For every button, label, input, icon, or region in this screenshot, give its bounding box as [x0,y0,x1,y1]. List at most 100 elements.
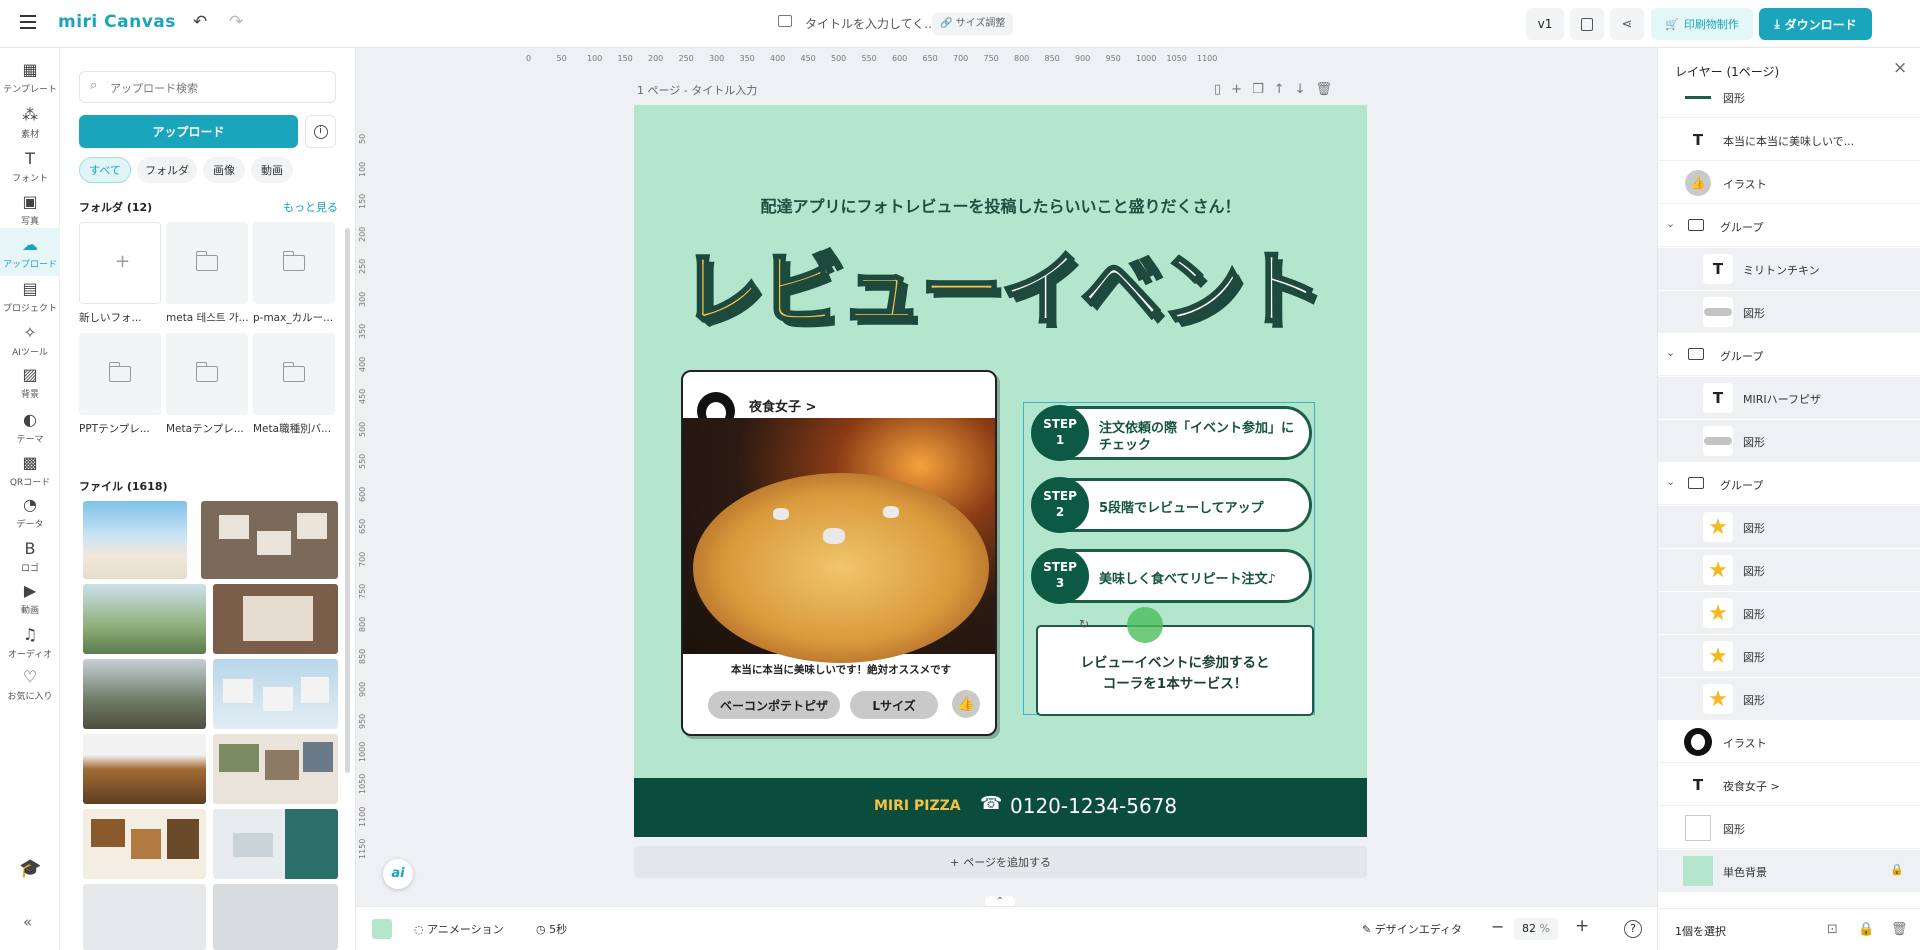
layer-row-text[interactable]: T 本当に本当に美味しいで... [1658,119,1920,161]
rail-photo[interactable]: ▣ 写真 [0,185,60,233]
layer-row-avatar[interactable]: イラスト [1658,721,1920,763]
filter-folder[interactable]: フォルダ [137,157,197,183]
chevron-down-icon[interactable]: ⌄ [1666,217,1675,230]
layer-row-text[interactable]: T 夜食女子 > [1658,764,1920,806]
layer-row-star[interactable]: ★ 図形 [1658,678,1920,720]
step-3[interactable]: STEP 3 美味しく食べてリピート注文♪ [1031,548,1312,604]
filter-image[interactable]: 画像 [203,157,245,183]
file-thumbnail[interactable] [83,734,206,804]
file-thumbnail[interactable] [83,584,206,654]
more-link[interactable]: もっと見る [283,199,338,215]
review-card[interactable]: 夜食女子 > 本当に本当に美味しいです！絶対オススメです ベーコンポテトピザ L… [681,370,997,736]
new-folder-tile[interactable]: + [79,222,161,304]
file-thumbnail[interactable] [213,659,338,729]
page-label[interactable]: 1 ページ - タイトル入力 [637,82,757,98]
filter-video[interactable]: 動画 [251,157,293,183]
collapse-icon[interactable]: « [23,913,32,931]
rail-project[interactable]: ▤ プロジェクト [0,272,60,320]
copy-page-icon[interactable]: ❐ [1252,82,1264,97]
duration-button[interactable]: ◷ 5秒 [536,921,567,937]
download-button[interactable]: ⤓ ダウンロード [1759,8,1872,40]
rail-heart[interactable]: ♡ お気に入り [0,660,60,708]
folder-tile[interactable] [79,333,161,415]
layer-row-star[interactable]: ★ 図形 [1658,635,1920,677]
file-thumbnail[interactable] [213,734,338,804]
group-icon[interactable]: ⊡ [1827,922,1838,937]
layer-row-like[interactable]: 👍 イラスト [1658,162,1920,204]
search-box[interactable]: ⌕ [79,71,336,103]
app-logo[interactable]: miri Canvas [58,12,176,32]
rail-video[interactable]: ▶ 動画 [0,574,60,622]
rail-data[interactable]: ◔ データ [0,488,60,536]
layer-row-grey[interactable]: 図形 [1658,420,1920,462]
move-up-icon[interactable]: ↑ [1274,82,1285,97]
zoom-in-icon[interactable]: + [1575,916,1589,936]
poster-footer[interactable]: MIRI PIZZA ☎ 0120-1234-5678 [634,778,1367,837]
learn-icon[interactable]: 🎓 [19,858,41,879]
step-1[interactable]: STEP 1 注文依頼の際「イベント参加」に チェック [1031,405,1312,461]
zoom-out-icon[interactable]: − [1491,917,1504,936]
add-page-button[interactable]: + ページを追加する [634,846,1367,878]
folder-icon[interactable] [778,15,792,27]
design-editor-button[interactable]: ✎ デザインエディタ [1362,921,1462,937]
rail-audio[interactable]: ♫ オーディオ [0,618,60,666]
folder-tile[interactable] [166,333,248,415]
layer-row-star[interactable]: ★ 図形 [1658,592,1920,634]
rail-logo[interactable]: B ロゴ [0,532,60,580]
layer-row-line[interactable]: 図形 [1658,88,1920,118]
layer-row-star[interactable]: ★ 図形 [1658,549,1920,591]
move-down-icon[interactable]: ↓ [1295,82,1306,97]
ai-assistant-icon[interactable]: ai [383,859,413,889]
rail-ai-tool[interactable]: ✧ AIツール [0,316,60,364]
layer-row-star[interactable]: ★ 図形 [1658,506,1920,548]
print-button[interactable]: 🛒 印刷物制作 [1651,8,1753,40]
promo-box[interactable]: レビューイベントに参加すると コーラを1本サービス！ [1036,625,1314,716]
rail-qr[interactable]: ▩ QRコード [0,446,60,494]
zoom-field[interactable]: 82 % [1514,918,1558,940]
redo-icon[interactable]: ↷ [229,12,243,32]
file-thumbnail[interactable] [213,809,338,879]
search-input[interactable] [110,79,320,97]
layer-row-bg[interactable]: 単色背景 🔒 [1658,850,1920,892]
filter-all[interactable]: すべて [79,157,131,183]
file-thumbnail[interactable] [83,501,187,579]
add-page-icon[interactable]: + [1231,82,1242,97]
rail-upload[interactable]: ☁ アップロード [0,228,60,276]
version-button[interactable]: v1 [1526,8,1564,40]
poster-headline[interactable]: レビューイベント [634,223,1367,342]
poster-subtitle[interactable]: 配達アプリにフォトレビューを投稿したらいいこと盛りだくさん！ [634,193,1367,217]
resize-button[interactable]: 🔗 サイズ調整 [932,13,1014,35]
layer-row-grey[interactable]: 図形 [1658,291,1920,333]
page-note-icon[interactable]: ▯ [1214,82,1221,97]
bg-color-swatch[interactable] [372,919,392,939]
menu-icon[interactable] [20,15,36,29]
layer-row-text[interactable]: T ミリトンチキン [1658,248,1920,290]
delete-page-icon[interactable]: 🗑 [1316,82,1333,97]
file-thumbnail[interactable] [83,809,206,879]
document-title[interactable]: タイトルを入力してく... [805,15,936,32]
step-2[interactable]: STEP 2 5段階でレビューしてアップ [1031,477,1312,533]
folder-tile[interactable] [253,333,335,415]
layer-row-white[interactable]: 図形 [1658,807,1920,849]
layer-row-group[interactable]: ⌄ グループ [1658,205,1920,247]
undo-icon[interactable]: ↶ [193,12,207,32]
help-icon[interactable]: ? [1624,920,1642,938]
chevron-down-icon[interactable]: ⌄ [1666,475,1675,488]
file-thumbnail[interactable] [201,501,338,579]
chevron-down-icon[interactable]: ⌄ [1666,346,1675,359]
rail-font[interactable]: T フォント [0,142,60,190]
poster-page[interactable]: 配達アプリにフォトレビューを投稿したらいいこと盛りだくさん！ レビューイベント … [634,105,1367,837]
layer-row-group[interactable]: ⌄ グループ [1658,463,1920,505]
panel-scrollbar[interactable] [345,228,350,773]
save-icon[interactable] [1570,8,1604,40]
rail-background[interactable]: ▨ 背景 [0,358,60,406]
upload-button[interactable]: アップロード [79,115,298,148]
file-thumbnail[interactable] [213,584,338,654]
rail-elements[interactable]: ⁂ 素材 [0,98,60,146]
file-thumbnail[interactable] [83,884,206,950]
lock-icon[interactable]: 🔒 [1890,863,1904,876]
folder-tile[interactable] [166,222,248,304]
file-thumbnail[interactable] [213,884,338,950]
folder-tile[interactable] [253,222,335,304]
lock-icon[interactable]: 🔒 [1858,922,1874,937]
